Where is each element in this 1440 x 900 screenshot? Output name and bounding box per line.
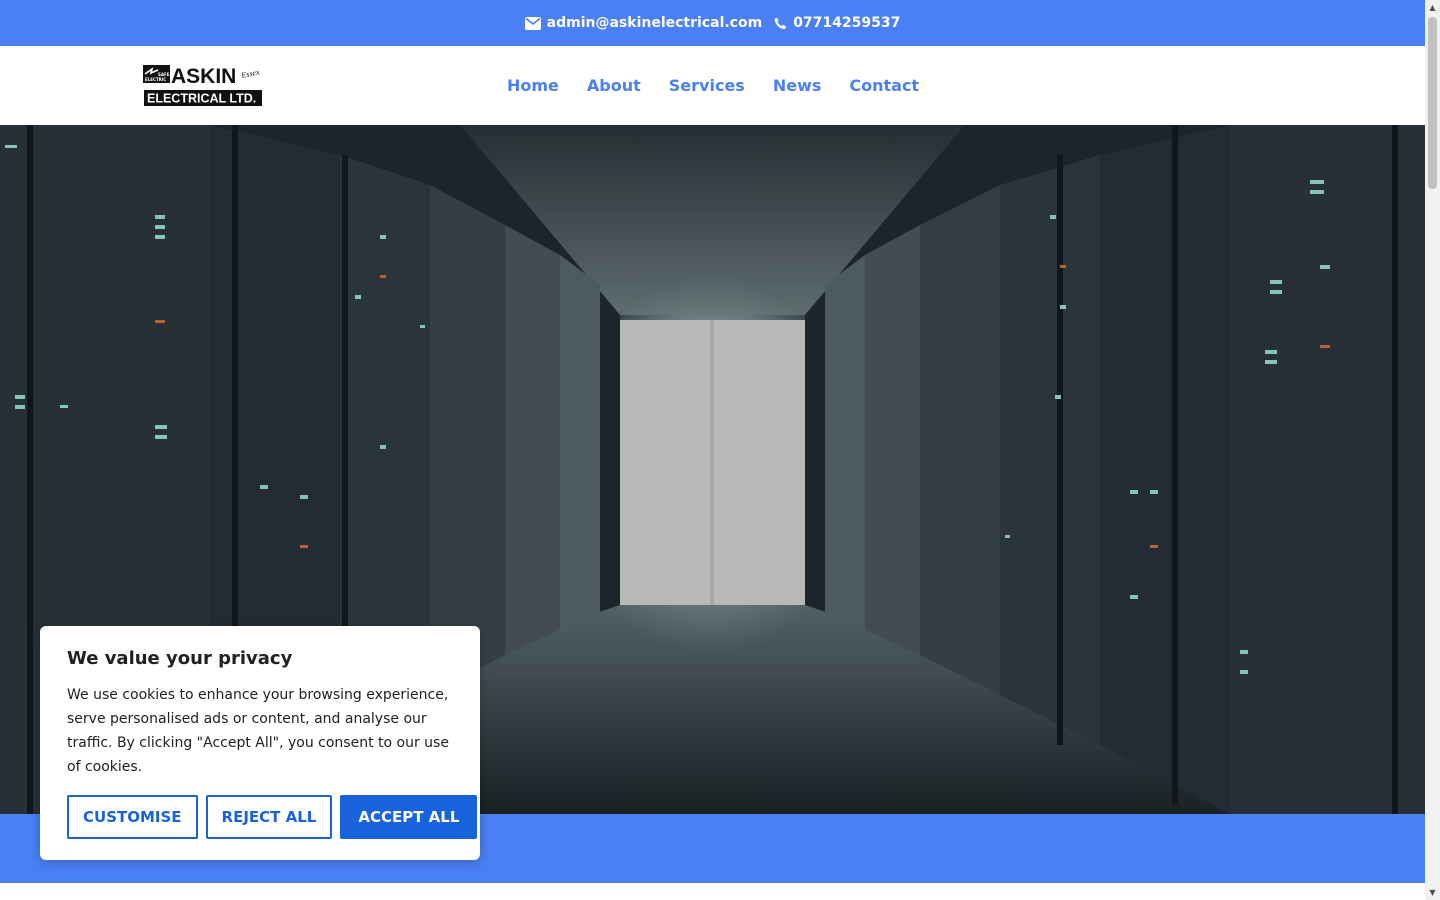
email-link[interactable]: admin@askinelectrical.com xyxy=(524,15,763,31)
site-logo[interactable]: SAFE ELECTRIC ASKIN Essex ELECTRICAL LTD… xyxy=(143,65,263,107)
reject-all-button[interactable]: REJECT ALL xyxy=(205,795,333,839)
phone-link[interactable]: 07714259537 xyxy=(774,15,900,31)
envelope-icon xyxy=(524,16,541,30)
logo-line1: ASKIN xyxy=(171,65,236,88)
page-viewport: admin@askinelectrical.com 07714259537 SA… xyxy=(0,0,1425,900)
scroll-down-arrow-icon[interactable]: ▼ xyxy=(1425,885,1440,900)
cookie-buttons: CUSTOMISE REJECT ALL ACCEPT ALL xyxy=(67,795,478,839)
logo-script: Essex xyxy=(240,67,261,80)
phone-text: 07714259537 xyxy=(793,15,901,31)
scroll-thumb[interactable] xyxy=(1428,17,1437,189)
site-header: SAFE ELECTRIC ASKIN Essex ELECTRICAL LTD… xyxy=(0,46,1425,125)
accept-all-button[interactable]: ACCEPT ALL xyxy=(340,795,478,839)
cookie-consent-dialog: We value your privacy We use cookies to … xyxy=(40,626,480,860)
nav-item-home[interactable]: Home xyxy=(493,76,573,95)
nav-item-about[interactable]: About xyxy=(573,76,655,95)
scroll-up-arrow-icon[interactable]: ▲ xyxy=(1425,0,1440,15)
nav-item-news[interactable]: News xyxy=(759,76,836,95)
customise-button[interactable]: CUSTOMISE xyxy=(67,795,198,839)
cookie-title: We value your privacy xyxy=(67,648,293,669)
page-scrollbar[interactable]: ▲ ▼ xyxy=(1425,0,1440,900)
phone-icon xyxy=(774,17,787,30)
logo-badge-bottom: ELECTRIC xyxy=(145,77,166,82)
nav-item-contact[interactable]: Contact xyxy=(835,76,933,95)
email-text: admin@askinelectrical.com xyxy=(546,15,763,31)
contact-bar: admin@askinelectrical.com 07714259537 xyxy=(0,0,1425,46)
main-nav: Home About Services News Contact xyxy=(493,46,933,125)
logo-line2: ELECTRICAL LTD. xyxy=(147,92,256,106)
page-content-below xyxy=(0,883,1425,900)
nav-item-services[interactable]: Services xyxy=(655,76,759,95)
cookie-body: We use cookies to enhance your browsing … xyxy=(67,687,449,775)
